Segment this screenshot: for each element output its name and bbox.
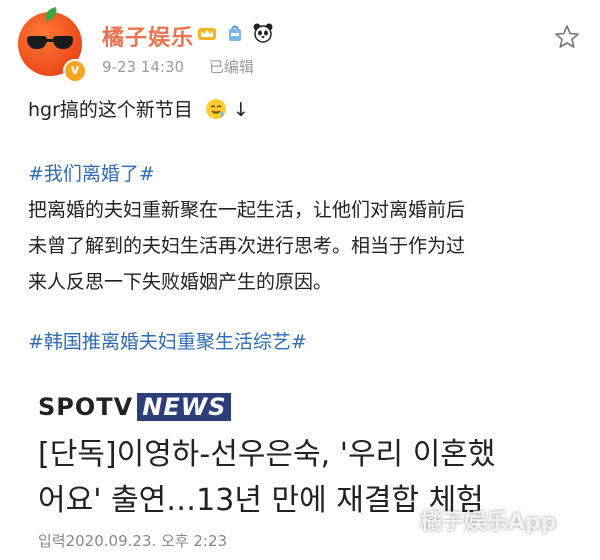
down-arrow-icon: ↓ [233,99,249,121]
post-body-line: 来人反思一下失败婚姻产生的原因。 [28,271,333,293]
hashtag-link[interactable]: #韩国推离婚夫妇重聚生活综艺# [28,324,588,360]
news-dateline: 입력2020.09.23. 오후 2:23 [38,532,228,550]
orange-leaf [42,6,60,22]
logo-news-text: NEWS [137,393,232,421]
post-body-line: 把离婚的夫妇重新聚在一起生活，让他们对离婚前后 [28,199,466,221]
post-intro-line: hgr搞的这个新节目 ↓ [28,92,588,132]
post-header: v 橘子娱乐 9-23 14:30 已编辑 [0,0,600,90]
headline-line: [단독]이영하-선우은숙, '우리 이혼했 [38,437,496,472]
post-intro-text: hgr搞的这个新节目 [28,99,193,121]
star-icon[interactable] [554,24,580,50]
logo-spotv-text: SPOTV [38,393,134,421]
post-meta: 9-23 14:30 已编辑 [102,56,274,77]
crown-badge-icon[interactable] [196,22,218,44]
post-body: hgr搞的这个新节目 ↓ #我们离婚了# 把离婚的夫妇重新聚在一起生活，让他们对… [28,92,588,360]
user-badges [196,20,274,46]
edited-label[interactable]: 已编辑 [209,58,254,76]
username[interactable]: 橘子娱乐 [102,20,194,52]
drooling-emoji-icon [205,96,227,132]
panda-badge-icon[interactable] [252,22,274,44]
app-watermark: 橘子娱乐App [420,510,557,535]
post-timestamp: 9-23 14:30 [102,58,185,76]
verified-badge-icon: v [63,59,87,83]
post-body-line: 未曾了解到的夫妇生活再次进行思考。相当于作为过 [28,235,466,257]
sunglasses-icon [27,36,73,50]
hashtag-link[interactable]: #我们离婚了# [28,156,588,192]
bag-badge-icon[interactable] [224,22,246,44]
spotv-news-logo: SPOTV NEWS [38,393,232,421]
